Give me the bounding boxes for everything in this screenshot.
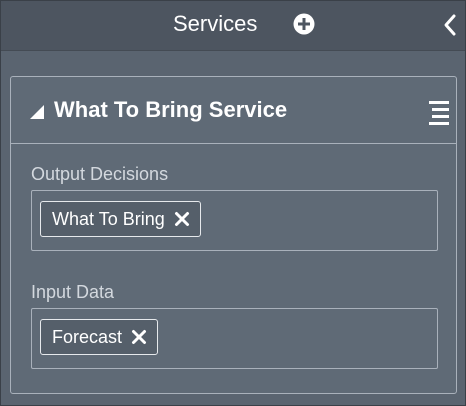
close-icon[interactable] xyxy=(131,329,147,345)
service-card: What To Bring Service Output Decisions W… xyxy=(10,76,457,394)
close-icon[interactable] xyxy=(174,211,190,227)
output-decisions-field[interactable]: What To Bring xyxy=(31,190,438,251)
chevron-left-icon[interactable] xyxy=(441,13,459,37)
input-data-label: Input Data xyxy=(31,282,115,302)
panel-header: Services xyxy=(1,1,465,51)
triangle-expand-icon[interactable] xyxy=(29,104,45,120)
plus-circle-icon[interactable] xyxy=(293,13,315,35)
input-data-field[interactable]: Forecast xyxy=(31,308,438,369)
panel-title: Services xyxy=(173,11,258,36)
output-decision-chip[interactable]: What To Bring xyxy=(40,201,201,237)
services-panel: Services What To Bring Service Output De… xyxy=(0,0,466,406)
input-data-chip[interactable]: Forecast xyxy=(40,319,159,355)
chip-label: What To Bring xyxy=(52,208,165,229)
chip-label: Forecast xyxy=(52,326,123,347)
service-card-header: What To Bring Service xyxy=(11,77,456,144)
hamburger-menu-icon[interactable] xyxy=(426,99,452,127)
output-decisions-label: Output Decisions xyxy=(31,164,169,184)
service-title: What To Bring Service xyxy=(54,97,288,122)
